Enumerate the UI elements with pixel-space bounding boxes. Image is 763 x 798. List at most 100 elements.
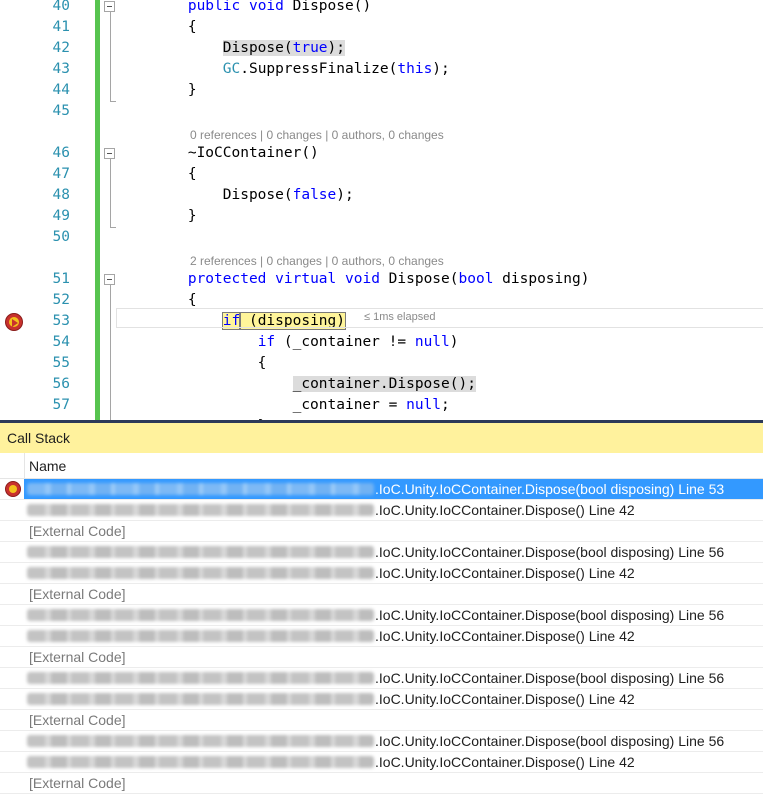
code-line[interactable]: 54 if (_container != null) (0, 332, 763, 353)
code-token: { (118, 19, 197, 35)
code-token: null (406, 397, 442, 413)
code-text: Dispose(true); (118, 38, 345, 59)
code-token: Dispose( (222, 40, 293, 56)
external-code-row[interactable]: [External Code] (0, 710, 763, 731)
stack-frame-row[interactable]: .IoC.Unity.IoCContainer.Dispose() Line 4… (0, 626, 763, 647)
code-line[interactable]: 44 } (0, 80, 763, 101)
line-number: 49 (52, 208, 70, 224)
code-text: _container.Dispose(); (118, 374, 476, 395)
icon-column-header[interactable] (0, 453, 25, 478)
frame-icon-cell (0, 626, 24, 646)
frame-icon-cell (0, 668, 24, 688)
name-column-header[interactable]: Name (29, 453, 66, 479)
external-code-row[interactable]: [External Code] (0, 647, 763, 668)
blurred-module-name (27, 567, 374, 579)
code-token: ; (441, 397, 450, 413)
code-token: { (118, 292, 197, 308)
codelens-line[interactable]: 2 references | 0 changes | 0 authors, 0 … (190, 254, 444, 268)
external-code-label: [External Code] (29, 775, 126, 791)
stack-frame-row[interactable]: .IoC.Unity.IoCContainer.Dispose() Line 4… (0, 500, 763, 521)
stack-frame-row[interactable]: .IoC.Unity.IoCContainer.Dispose(bool dis… (0, 605, 763, 626)
stack-frame-row[interactable]: .IoC.Unity.IoCContainer.Dispose() Line 4… (0, 752, 763, 773)
external-code-label: [External Code] (29, 586, 126, 602)
stack-frame-row[interactable]: .IoC.Unity.IoCContainer.Dispose(bool dis… (0, 731, 763, 752)
frame-method-label: .IoC.Unity.IoCContainer.Dispose(bool dis… (375, 733, 725, 749)
frame-icon-cell (0, 563, 24, 583)
call-stack-window[interactable]: Call Stack Name .IoC.Unity.IoCContainer.… (0, 420, 763, 798)
line-number: 48 (52, 187, 70, 203)
line-number: 51 (52, 271, 70, 287)
current-frame-icon (5, 481, 21, 497)
code-line[interactable]: 50 (0, 227, 763, 248)
frame-icon-cell (0, 521, 24, 541)
arrow-icon (12, 319, 18, 327)
call-stack-title[interactable]: Call Stack (0, 423, 763, 453)
stack-frame-row[interactable]: .IoC.Unity.IoCContainer.Dispose(bool dis… (0, 668, 763, 689)
code-line[interactable]: 42 Dispose(true); (0, 38, 763, 59)
code-token: .SuppressFinalize( (240, 61, 398, 77)
collapse-toggle-icon[interactable] (104, 148, 115, 159)
frame-method-label: .IoC.Unity.IoCContainer.Dispose(bool dis… (375, 607, 725, 623)
collapse-toggle-icon[interactable] (104, 1, 115, 12)
stack-frame-row[interactable]: .IoC.Unity.IoCContainer.Dispose() Line 4… (0, 689, 763, 710)
line-number: 46 (52, 145, 70, 161)
stack-frame-row[interactable]: .IoC.Unity.IoCContainer.Dispose() Line 4… (0, 563, 763, 584)
code-line[interactable]: 57 _container = null; (0, 395, 763, 416)
line-number: 55 (52, 355, 70, 371)
code-text: { (118, 164, 197, 185)
code-line[interactable]: 49 } (0, 206, 763, 227)
code-line[interactable]: 45 (0, 101, 763, 122)
frame-method-label: .IoC.Unity.IoCContainer.Dispose() Line 4… (375, 628, 635, 644)
current-line-highlight (116, 308, 763, 328)
code-token: { (118, 355, 267, 371)
current-statement-breakpoint-icon[interactable] (5, 313, 23, 331)
blurred-module-name (27, 693, 374, 705)
call-stack-list: .IoC.Unity.IoCContainer.Dispose(bool dis… (0, 479, 763, 794)
external-code-row[interactable]: [External Code] (0, 773, 763, 794)
external-code-label: [External Code] (29, 523, 126, 539)
external-code-label: [External Code] (29, 712, 126, 728)
code-line[interactable]: 48 Dispose(false); (0, 185, 763, 206)
code-line[interactable]: 55 { (0, 353, 763, 374)
external-code-row[interactable]: [External Code] (0, 584, 763, 605)
code-text: Dispose(false); (118, 185, 354, 206)
line-number: 52 (52, 292, 70, 308)
stack-frame-row[interactable]: .IoC.Unity.IoCContainer.Dispose(bool dis… (0, 479, 763, 500)
outline-guide (110, 285, 111, 420)
frame-icon-cell (0, 752, 24, 772)
frame-icon-cell (0, 500, 24, 520)
line-number: 43 (52, 61, 70, 77)
line-number: 47 (52, 166, 70, 182)
frame-icon-cell (0, 647, 24, 667)
stack-frame-row[interactable]: .IoC.Unity.IoCContainer.Dispose(bool dis… (0, 542, 763, 563)
code-token: } (118, 208, 197, 224)
code-token: false (292, 187, 337, 203)
code-line[interactable]: 41 { (0, 17, 763, 38)
code-text: public void Dispose() (118, 0, 371, 17)
perf-tip[interactable]: ≤ 1ms elapsed (364, 311, 435, 323)
blurred-module-name (27, 609, 374, 621)
blurred-module-name (27, 504, 374, 516)
code-line[interactable]: 56 _container.Dispose(); (0, 374, 763, 395)
codelens-line[interactable]: 0 references | 0 changes | 0 authors, 0 … (190, 128, 444, 142)
code-token: true (292, 40, 328, 56)
code-token: null (414, 334, 450, 350)
code-token: this (397, 61, 433, 77)
external-code-row[interactable]: [External Code] (0, 521, 763, 542)
frame-icon-cell (0, 710, 24, 730)
code-text: if (_container != null) (118, 332, 459, 353)
code-line[interactable]: 43 GC.SuppressFinalize(this); (0, 59, 763, 80)
line-number: 41 (52, 19, 70, 35)
collapse-toggle-icon[interactable] (104, 274, 115, 285)
code-text: ~IoCContainer() (118, 143, 319, 164)
frame-method-label: .IoC.Unity.IoCContainer.Dispose(bool dis… (375, 481, 725, 497)
code-editor[interactable]: 40 public void Dispose() 41 {42 Dispose(t… (0, 0, 763, 420)
call-stack-header: Name (0, 453, 763, 479)
code-text: GC.SuppressFinalize(this); (118, 59, 450, 80)
outline-guide (110, 159, 111, 227)
code-text: { (118, 353, 267, 374)
code-line[interactable]: 47 { (0, 164, 763, 185)
